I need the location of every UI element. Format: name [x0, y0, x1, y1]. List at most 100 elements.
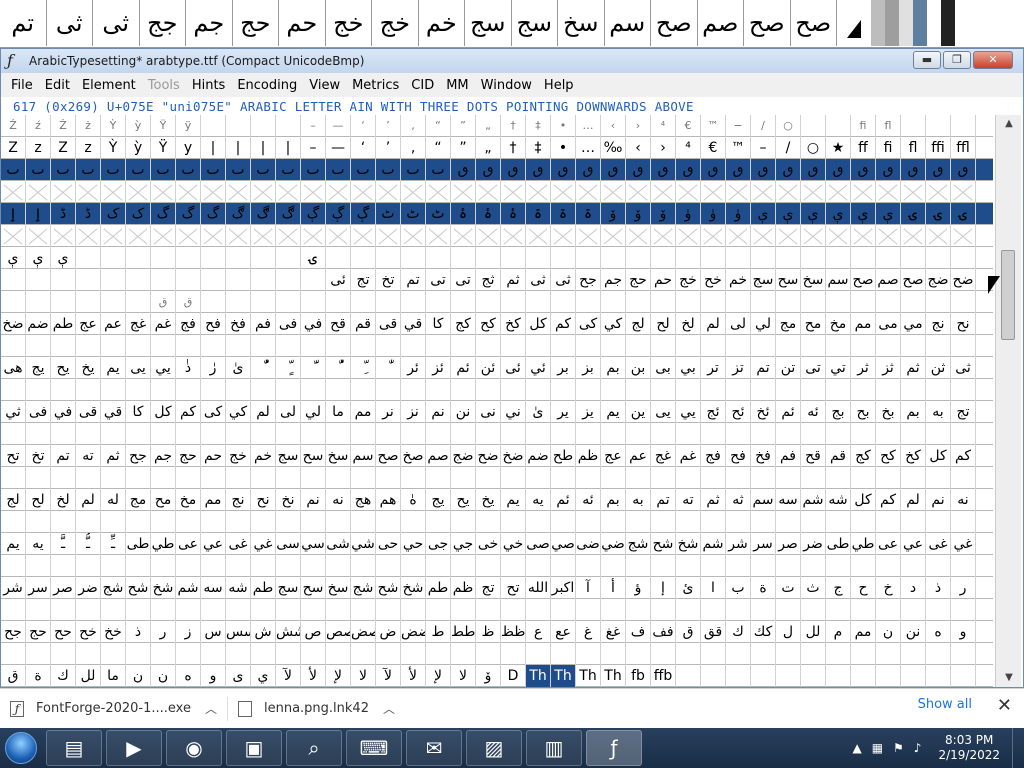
glyph-cell[interactable] [576, 555, 601, 577]
glyph-cell[interactable] [576, 181, 601, 203]
glyph-cell[interactable]: فخ [751, 445, 776, 467]
glyph-cell[interactable]: ڰ [251, 203, 276, 225]
glyph-cell[interactable]: ص [301, 621, 326, 643]
glyph-cell[interactable]: لأ [401, 665, 426, 687]
glyph-cell[interactable]: ○ [801, 137, 826, 159]
glyph-cell[interactable] [176, 467, 201, 489]
glyph-cell[interactable] [76, 335, 101, 357]
glyph-cell[interactable] [876, 181, 901, 203]
glyph-cell[interactable] [726, 379, 751, 401]
glyph-cell[interactable]: ffi [926, 137, 951, 159]
vertical-scrollbar[interactable]: ▲ ▼ [995, 115, 1021, 687]
glyph-cell[interactable]: ئه [801, 401, 826, 423]
glyph-cell[interactable] [926, 379, 951, 401]
glyph-cell[interactable]: د [901, 577, 926, 599]
glyph-cell[interactable] [551, 643, 576, 665]
glyph-cell[interactable]: تن [776, 357, 801, 379]
glyph-cell[interactable] [826, 379, 851, 401]
glyph-cell[interactable]: شم [176, 577, 201, 599]
glyph-cell[interactable] [526, 423, 551, 445]
glyph-cell[interactable]: كى [201, 401, 226, 423]
glyph-cell[interactable]: ۆ [476, 665, 501, 687]
glyph-cell[interactable] [301, 599, 326, 621]
glyph-cell[interactable] [826, 115, 851, 137]
glyph-cell[interactable] [651, 335, 676, 357]
glyph-cell[interactable] [676, 379, 701, 401]
glyph-cell[interactable]: غم [676, 445, 701, 467]
glyph-cell[interactable] [726, 225, 751, 247]
glyph-cell[interactable] [51, 269, 76, 291]
glyph-cell[interactable]: ڈ [51, 203, 76, 225]
glyph-cell[interactable]: مخ [826, 313, 851, 335]
glyph-cell[interactable]: ش [251, 621, 276, 643]
glyph-cell[interactable] [801, 335, 826, 357]
glyph-cell[interactable]: “ [426, 137, 451, 159]
glyph-cell[interactable] [401, 335, 426, 357]
strip-glyph-cell[interactable]: جج [140, 0, 186, 46]
glyph-cell[interactable]: fl [901, 137, 926, 159]
glyph-cell[interactable]: تج [951, 401, 976, 423]
glyph-cell[interactable]: ئن [476, 357, 501, 379]
glyph-cell[interactable]: ٹ [426, 203, 451, 225]
glyph-cell[interactable] [701, 467, 726, 489]
strip-glyph-cell[interactable]: جم [186, 0, 233, 46]
glyph-cell[interactable]: ٮ [151, 159, 176, 181]
glyph-cell[interactable]: شر [726, 533, 751, 555]
glyph-cell[interactable]: ٯ [651, 159, 676, 181]
glyph-cell[interactable] [701, 291, 726, 313]
glyph-cell[interactable] [876, 335, 901, 357]
glyph-cell[interactable]: سه [776, 489, 801, 511]
glyph-cell[interactable]: كا [126, 401, 151, 423]
glyph-cell[interactable]: ي [251, 665, 276, 687]
strip-glyph-cell[interactable]: صم [698, 0, 744, 46]
glyph-cell[interactable] [226, 335, 251, 357]
glyph-cell[interactable]: سج [276, 577, 301, 599]
glyph-cell[interactable]: سم [826, 269, 851, 291]
glyph-cell[interactable]: غي [251, 533, 276, 555]
glyph-cell[interactable]: — [326, 137, 351, 159]
glyph-cell[interactable] [651, 643, 676, 665]
glyph-cell[interactable] [201, 643, 226, 665]
glyph-cell[interactable] [176, 335, 201, 357]
glyph-cell[interactable]: ٯ [501, 159, 526, 181]
glyph-cell[interactable]: ين [626, 401, 651, 423]
glyph-cell[interactable]: جم [151, 445, 176, 467]
glyph-cell[interactable] [276, 423, 301, 445]
glyph-cell[interactable] [376, 423, 401, 445]
glyph-cell[interactable] [351, 379, 376, 401]
glyph-cell[interactable] [251, 269, 276, 291]
glyph-cell[interactable] [801, 643, 826, 665]
glyph-cell[interactable] [51, 511, 76, 533]
glyph-cell[interactable]: Z [1, 137, 26, 159]
glyph-cell[interactable]: ته [76, 445, 101, 467]
glyph-cell[interactable] [251, 247, 276, 269]
glyph-cell[interactable]: ث [801, 577, 826, 599]
glyph-cell[interactable] [226, 247, 251, 269]
glyph-cell[interactable]: صي [551, 533, 576, 555]
glyph-cell[interactable] [126, 643, 151, 665]
glyph-cell[interactable]: ٯ [876, 159, 901, 181]
glyph-cell[interactable] [301, 511, 326, 533]
glyph-cell[interactable] [251, 379, 276, 401]
glyph-cell[interactable] [376, 555, 401, 577]
glyph-cell[interactable] [526, 599, 551, 621]
glyph-cell[interactable] [801, 115, 826, 137]
glyph-cell[interactable]: قي [401, 313, 426, 335]
menu-window[interactable]: Window [475, 78, 538, 93]
glyph-cell[interactable]: حي [401, 533, 426, 555]
glyph-cell[interactable]: ثم [501, 269, 526, 291]
glyph-cell[interactable] [401, 247, 426, 269]
glyph-cell[interactable]: صح [376, 445, 401, 467]
glyph-cell[interactable] [701, 665, 726, 687]
glyph-cell[interactable] [551, 291, 576, 313]
glyph-cell[interactable]: يم [501, 489, 526, 511]
glyph-cell[interactable] [776, 665, 801, 687]
glyph-cell[interactable]: حج [176, 445, 201, 467]
glyph-cell[interactable] [426, 511, 451, 533]
glyph-cell[interactable]: تح [1, 445, 26, 467]
glyph-cell[interactable]: كح [876, 445, 901, 467]
glyph-cell[interactable]: لي [301, 401, 326, 423]
glyph-cell[interactable] [51, 467, 76, 489]
glyph-cell[interactable]: ظم [576, 445, 601, 467]
glyph-cell[interactable] [126, 247, 151, 269]
